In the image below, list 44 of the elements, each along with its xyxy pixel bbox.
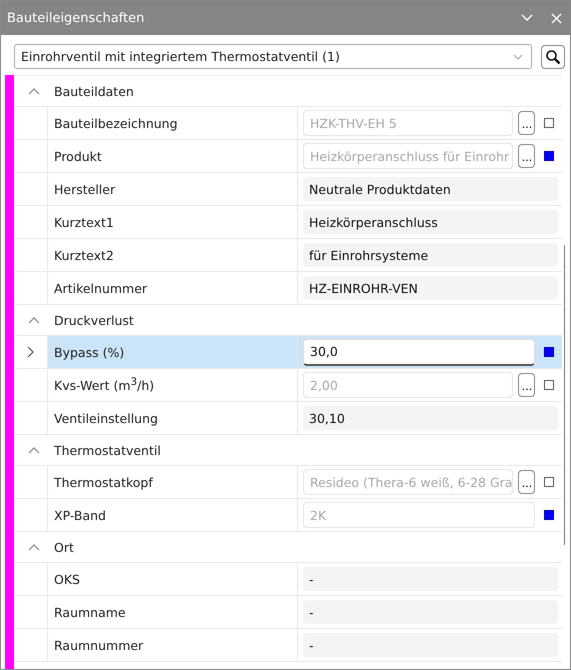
search-icon — [545, 48, 561, 64]
collapse-icon[interactable] — [28, 446, 40, 454]
group-title: Druckverlust — [54, 312, 134, 328]
property-label[interactable]: XP-Band — [47, 499, 298, 531]
value-field[interactable]: für Einrohrsysteme — [303, 243, 558, 267]
browse-button[interactable]: ... — [518, 144, 536, 168]
caret-icon — [513, 54, 523, 60]
collapse-icon[interactable] — [28, 543, 40, 551]
value-field[interactable]: - — [303, 600, 558, 624]
property-label[interactable]: Bauteilbezeichnung — [47, 107, 298, 139]
browse-button[interactable]: ... — [518, 470, 536, 494]
group-title: Bauteildaten — [54, 84, 134, 98]
browse-button[interactable]: ... — [518, 373, 536, 397]
property-label[interactable]: Bypass (%) — [47, 336, 298, 368]
property-label[interactable]: Kvs-Wert (m$^{3}$/h) — [47, 369, 298, 401]
value-field[interactable]: HZ-EINROHR-VEN — [303, 276, 558, 300]
chevron-right-icon — [26, 346, 34, 358]
scrollbar[interactable] — [564, 245, 565, 545]
property-label[interactable]: Artikelnummer — [47, 272, 298, 304]
property-label[interactable]: Thermostatkopf — [47, 466, 298, 498]
collapse-icon[interactable] — [28, 87, 40, 95]
property-label[interactable]: Raumnummer — [47, 629, 298, 661]
window-title: Bauteileigenschaften — [7, 10, 146, 26]
value-field[interactable]: Heizkörperanschluss — [303, 210, 558, 234]
value-field[interactable]: 30,0 — [303, 338, 536, 366]
close-icon[interactable] — [551, 12, 562, 24]
chevron-down-icon[interactable] — [521, 14, 533, 22]
property-label[interactable]: Hersteller — [47, 173, 298, 205]
property-label[interactable]: OKS — [47, 563, 298, 595]
property-label[interactable]: Kurztext1 — [47, 206, 298, 238]
value-field[interactable]: 30,10 — [303, 406, 558, 430]
value-field[interactable]: - — [303, 633, 558, 657]
browse-button[interactable]: ... — [518, 111, 536, 135]
value-field[interactable]: Neutrale Produktdaten — [303, 177, 558, 201]
value-field[interactable]: - — [303, 567, 558, 591]
collapse-icon[interactable] — [28, 316, 40, 324]
group-title: Thermostatventil — [54, 442, 161, 458]
property-label[interactable]: Ventileinstellung — [47, 402, 298, 434]
group-title: Ort — [54, 540, 74, 554]
property-label[interactable]: Raumname — [47, 596, 298, 628]
property-label[interactable]: Produkt — [47, 140, 298, 172]
search-button[interactable] — [541, 44, 565, 68]
component-dropdown[interactable]: Einrohrventil mit integriertem Thermostatventil (1) — [14, 44, 532, 69]
property-label[interactable]: Kurztext2 — [47, 239, 298, 271]
